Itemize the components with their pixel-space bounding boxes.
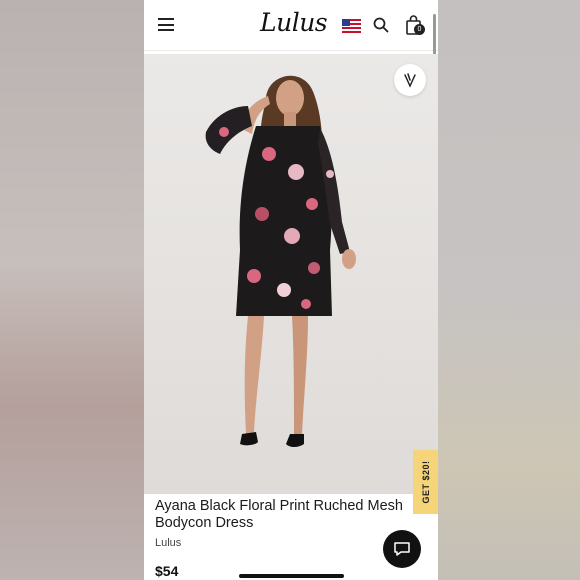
hamburger-menu-icon[interactable] [158, 18, 174, 31]
us-flag-icon[interactable] [342, 19, 361, 33]
lulus-logo[interactable]: Lulus [260, 8, 328, 37]
cart-count-badge: 0 [414, 24, 425, 35]
background-blur-right [438, 0, 580, 580]
chat-button[interactable] [383, 530, 421, 568]
phone-screen: Lulus 0 GET $20! Ayana Black Floral Prin… [144, 0, 438, 580]
product-image[interactable] [144, 54, 438, 494]
promo-label: GET $20! [420, 460, 431, 504]
model-photo [144, 54, 438, 494]
product-price: $54 [155, 563, 179, 579]
search-icon[interactable] [373, 17, 389, 33]
site-header: Lulus 0 [144, 0, 438, 51]
product-title: Ayana Black Floral Print Ruched Mesh Bod… [155, 498, 403, 531]
heart-wishlist-icon [404, 73, 416, 88]
home-indicator[interactable] [239, 574, 344, 578]
background-blur-left [0, 0, 144, 580]
chat-icon [394, 542, 410, 556]
product-brand[interactable]: Lulus [155, 537, 181, 549]
wishlist-button[interactable] [394, 64, 426, 96]
